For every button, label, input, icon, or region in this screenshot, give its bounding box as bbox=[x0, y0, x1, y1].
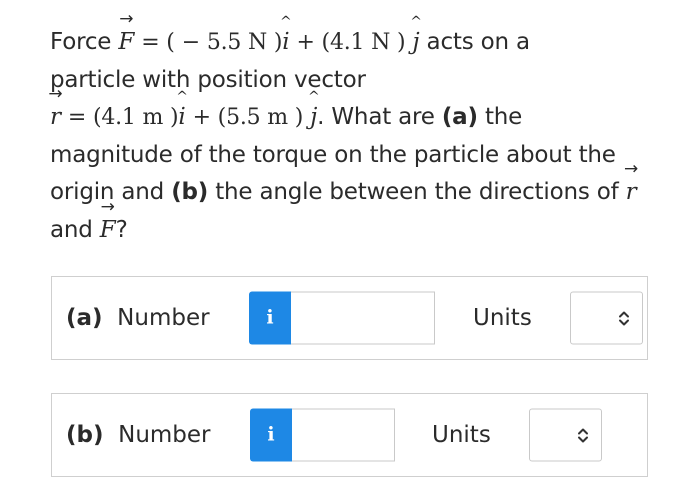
vector-arrow-icon: → bbox=[119, 9, 134, 29]
position-vector-symbol: → r bbox=[48, 84, 63, 131]
force-x-component: − 5.5 N ) bbox=[181, 30, 283, 55]
answer-b-number-input[interactable] bbox=[292, 408, 395, 462]
plus-open: + ( bbox=[192, 105, 227, 131]
text-and: and bbox=[50, 216, 93, 243]
question-line-6: and → F? bbox=[50, 196, 662, 250]
question-line-1: Force → F = ( − 5.5 N ) ^ i + (4.1 N ) ^ j a… bbox=[50, 9, 662, 62]
question-line-2: particle with position vector bbox=[50, 62, 662, 100]
position-vector-symbol: → r bbox=[623, 159, 639, 206]
question-line-5: origin and (b) the angle between the dir… bbox=[50, 159, 662, 212]
answer-b-units-select[interactable] bbox=[529, 408, 602, 462]
plus-open: + ( bbox=[296, 30, 331, 55]
answer-a-units-label: Units bbox=[473, 305, 532, 331]
answer-b-panel: (b) Number i Units bbox=[51, 393, 648, 477]
equals-open: = ( bbox=[141, 30, 175, 55]
i-unit-vector: ^ i bbox=[176, 89, 188, 131]
force-vector-symbol: → F bbox=[118, 9, 135, 56]
info-icon[interactable]: i bbox=[249, 291, 291, 345]
text-acts-on: acts on a bbox=[426, 29, 531, 55]
vector-arrow-icon: → bbox=[623, 159, 639, 180]
info-icon[interactable]: i bbox=[250, 408, 292, 462]
text-what-are: . What are bbox=[317, 104, 435, 131]
answer-a-units-select[interactable] bbox=[570, 291, 643, 345]
i-unit-vector: ^ i bbox=[280, 14, 292, 55]
force-vector-symbol: → F bbox=[99, 196, 116, 243]
answer-b-units-label: Units bbox=[432, 422, 491, 448]
answer-a-label: (a) Number bbox=[66, 305, 210, 331]
j-unit-vector: ^ j bbox=[410, 14, 422, 55]
vector-arrow-icon: → bbox=[100, 196, 115, 217]
up-down-chevron-icon bbox=[578, 428, 588, 442]
part-b-marker: (b) bbox=[171, 179, 209, 206]
answer-b-number-label: Number bbox=[118, 422, 211, 448]
part-a-marker: (a) bbox=[441, 104, 478, 131]
text-angle: the angle between the directions of bbox=[215, 179, 619, 206]
answer-a-panel: (a) Number i Units bbox=[51, 276, 648, 360]
text-question-mark: ? bbox=[115, 216, 128, 243]
answer-b-part: (b) bbox=[66, 422, 104, 448]
answer-a-part: (a) bbox=[66, 305, 103, 331]
question-text: Force → F = ( − 5.5 N ) ^ i + (4.1 N ) ^ j a… bbox=[48, 9, 662, 250]
answer-b-label: (b) Number bbox=[66, 422, 211, 448]
force-y-component: 4.1 N ) bbox=[329, 30, 406, 55]
j-unit-vector: ^ j bbox=[307, 89, 320, 131]
question-line-3: → r = (4.1 m ) ^ i + (5.5 m ) ^ j. What are … bbox=[48, 84, 662, 137]
position-x-component: 4.1 m ) bbox=[101, 105, 179, 131]
answer-a-number-label: Number bbox=[117, 305, 210, 331]
text-the: the bbox=[484, 104, 523, 131]
vector-arrow-icon: → bbox=[48, 84, 63, 105]
question-line-4: magnitude of the torque on the particle … bbox=[50, 137, 662, 175]
up-down-chevron-icon bbox=[619, 311, 629, 325]
equals-open: = ( bbox=[67, 105, 102, 131]
answer-a-number-input[interactable] bbox=[291, 291, 435, 345]
position-y-component: 5.5 m ) bbox=[226, 105, 304, 131]
word-force: Force bbox=[50, 29, 112, 55]
text-magnitude: magnitude of the torque on the particle … bbox=[50, 141, 616, 168]
